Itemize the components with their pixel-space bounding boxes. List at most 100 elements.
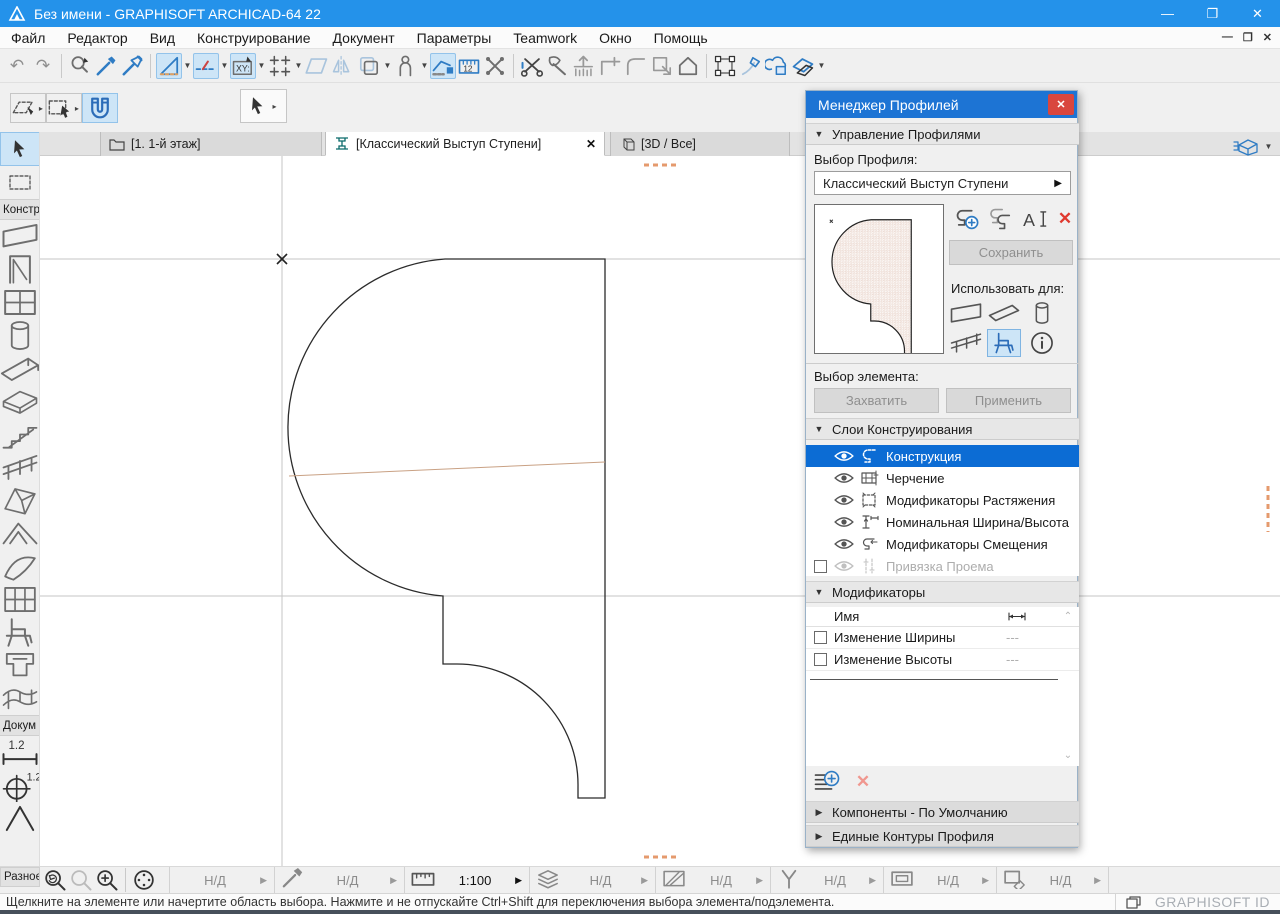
save-profile-button[interactable]: Сохранить (949, 240, 1073, 265)
opening-reference-checkbox[interactable] (814, 560, 827, 573)
edit-nodes-button[interactable] (430, 53, 456, 79)
resize-button[interactable] (649, 53, 675, 79)
layer-row-drafting[interactable]: Черчение (806, 467, 1079, 489)
scroll-up-icon[interactable]: ⌃ (1064, 611, 1072, 622)
section-modifiers[interactable]: ▼ Модификаторы (806, 581, 1079, 603)
redo-button[interactable]: ↷ (30, 53, 56, 79)
tool-morph[interactable] (0, 484, 40, 517)
tool-angle-dimension[interactable] (0, 802, 40, 835)
graphisoft-id-label[interactable]: GRAPHISOFT ID (1155, 894, 1270, 910)
eye-icon[interactable] (834, 559, 854, 573)
tool-beam[interactable] (0, 352, 40, 385)
tab-3d-view[interactable]: [3D / Все] (610, 132, 790, 156)
section-design-layers[interactable]: ▼ Слои Конструирования (806, 418, 1079, 440)
home-story-button[interactable] (675, 53, 701, 79)
eye-icon[interactable] (834, 449, 854, 463)
delete-profile-button[interactable]: ✕ (1050, 206, 1080, 232)
minimize-button[interactable]: — (1145, 0, 1190, 27)
layer-row-offset-modifiers[interactable]: Модификаторы Смещения (806, 533, 1079, 555)
menu-view[interactable]: Вид (139, 27, 186, 49)
mirror-button[interactable] (330, 53, 356, 79)
pickup-parameters-button[interactable] (93, 53, 119, 79)
snap-guides-dropdown[interactable]: ▼ (219, 53, 230, 79)
field-anchor[interactable]: Н/Д▶ (770, 867, 883, 893)
eye-icon[interactable] (834, 493, 854, 507)
coordinates-dropdown[interactable]: ▼ (256, 53, 267, 79)
capture-button[interactable]: Захватить (814, 388, 939, 413)
guide-lines-dropdown[interactable]: ▼ (182, 53, 193, 79)
field-layers[interactable]: Н/Д▶ (529, 867, 655, 893)
fillet-button[interactable] (623, 53, 649, 79)
find-select-button[interactable] (67, 53, 93, 79)
modifier-row-width[interactable]: Изменение Ширины --- (806, 627, 1079, 649)
menu-document[interactable]: Документ (322, 27, 406, 49)
tool-wall[interactable] (0, 220, 40, 253)
section-manage-profiles[interactable]: ▼ Управление Профилями (806, 123, 1079, 145)
snap-grid-dropdown[interactable]: ▼ (293, 53, 304, 79)
arrow-tool-dropdown[interactable]: ▸ (269, 93, 280, 119)
menu-teamwork[interactable]: Teamwork (502, 27, 588, 49)
add-modifier-button[interactable] (812, 769, 842, 795)
layer-row-nominal-size[interactable]: Номинальная Ширина/Высота (806, 511, 1079, 533)
zoom-in-button[interactable] (94, 868, 120, 892)
use-for-wall-icon[interactable] (949, 299, 983, 327)
toolbox-group-more[interactable]: Разное (0, 867, 40, 887)
mdi-restore-button[interactable]: ❐ (1243, 31, 1253, 44)
magnet-button[interactable] (82, 93, 118, 123)
height-change-checkbox[interactable] (814, 653, 827, 666)
toolbox-group-document[interactable]: Докум (0, 715, 40, 736)
drawing-canvas[interactable] (40, 156, 1280, 866)
close-button[interactable]: ✕ (1235, 0, 1280, 27)
eye-icon[interactable] (834, 537, 854, 551)
field-renovation[interactable]: Н/Д▶ (996, 867, 1109, 893)
duplicate-profile-button[interactable] (986, 206, 1016, 232)
tab-floor-plan[interactable]: [1. 1-й этаж] (100, 132, 322, 156)
tool-level-dimension[interactable]: 1.2 (0, 769, 40, 802)
tool-dimension[interactable]: 1.2 (0, 736, 40, 769)
figure-dropdown[interactable]: ▼ (419, 53, 430, 79)
zoom-back-button[interactable] (42, 868, 68, 892)
new-profile-button[interactable] (952, 206, 982, 232)
menu-window[interactable]: Окно (588, 27, 643, 49)
rename-profile-button[interactable]: A (1020, 206, 1050, 232)
eye-icon[interactable] (834, 471, 854, 485)
tool-stair[interactable] (0, 418, 40, 451)
tool-object[interactable] (0, 616, 40, 649)
field-scale[interactable]: 1:100▶ (404, 867, 529, 893)
section-components[interactable]: ▶ Компоненты - По Умолчанию (806, 801, 1079, 823)
figure-button[interactable] (393, 53, 419, 79)
apply-button[interactable]: Применить (946, 388, 1071, 413)
tool-column[interactable] (0, 319, 40, 352)
tool-roof[interactable] (0, 517, 40, 550)
profile-select-dropdown[interactable]: Классический Выступ Ступени ▶ (814, 171, 1071, 195)
mdi-close-button[interactable]: ✕ (1263, 31, 1272, 44)
intersect-button[interactable] (597, 53, 623, 79)
field-story[interactable]: Н/Д▶ (169, 867, 274, 893)
tool-zone[interactable] (0, 649, 40, 682)
copy-button[interactable] (356, 53, 382, 79)
modifiers-scrollbar[interactable]: ⌃ ⌄ (1061, 611, 1075, 761)
profile-outline[interactable] (288, 259, 605, 798)
tool-shell[interactable] (0, 550, 40, 583)
layer-row-construction[interactable]: Конструкция (806, 445, 1079, 467)
field-fill[interactable]: Н/Д▶ (655, 867, 770, 893)
dialog-title-bar[interactable]: Менеджер Профилей (806, 91, 1077, 118)
menu-edit[interactable]: Редактор (56, 27, 138, 49)
teamwork-cloud-button[interactable] (764, 53, 790, 79)
marquee-pen-tool-button[interactable]: ▸ (10, 93, 46, 123)
highlight-pen-button[interactable] (738, 53, 764, 79)
adjust-button[interactable] (545, 53, 571, 79)
mdi-minimize-button[interactable]: — (1222, 31, 1233, 44)
dimensions-button[interactable]: 12 (456, 53, 482, 79)
inject-parameters-button[interactable] (119, 53, 145, 79)
field-pen[interactable]: Н/Д▶ (274, 867, 404, 893)
use-for-railing-icon[interactable] (949, 329, 983, 357)
tool-window[interactable] (0, 286, 40, 319)
dialog-close-button[interactable]: ✕ (1048, 94, 1074, 115)
tool-railing[interactable] (0, 451, 40, 484)
tool-slab[interactable] (0, 385, 40, 418)
quick-options-icon[interactable] (1231, 136, 1259, 156)
pan-button[interactable] (131, 868, 157, 892)
scroll-down-icon[interactable]: ⌄ (1064, 750, 1072, 761)
undo-button[interactable]: ↶ (4, 53, 30, 79)
